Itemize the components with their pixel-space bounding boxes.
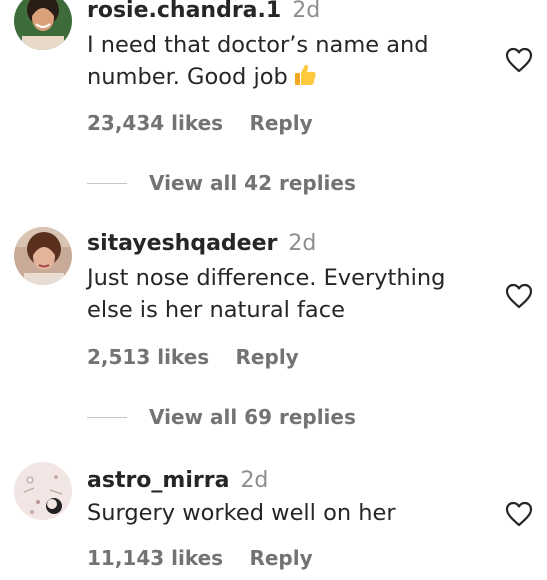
comment-text: I need that doctor’s name and number. Go… — [87, 29, 497, 93]
likes-count[interactable]: 23,434 likes — [87, 111, 223, 135]
timestamp: 2d — [240, 468, 269, 493]
avatar[interactable] — [14, 462, 72, 520]
view-replies-label: View all 69 replies — [149, 405, 356, 429]
timestamp: 2d — [292, 0, 321, 23]
comment-header: rosie.chandra.1 2d — [87, 0, 320, 24]
comment-header: astro_mirra 2d — [87, 468, 268, 494]
comment-text-content: I need that doctor’s name and number. Go… — [87, 32, 436, 90]
avatar[interactable] — [14, 0, 72, 50]
view-replies-label: View all 42 replies — [149, 171, 356, 195]
comment-meta: 11,143 likes Reply — [87, 546, 313, 570]
view-replies-button[interactable]: View all 69 replies — [87, 402, 356, 432]
likes-count[interactable]: 2,513 likes — [87, 345, 209, 369]
reply-button[interactable]: Reply — [236, 345, 299, 369]
comment-text: Surgery worked well on her — [87, 500, 396, 526]
replies-divider — [87, 416, 127, 418]
reply-button[interactable]: Reply — [249, 111, 312, 135]
username[interactable]: sitayeshqadeer — [87, 231, 277, 256]
username[interactable]: astro_mirra — [87, 468, 229, 493]
comment-meta: 2,513 likes Reply — [87, 345, 299, 369]
heart-outline-icon[interactable] — [505, 47, 533, 73]
thumbs-up-emoji-icon — [294, 64, 316, 85]
comment-header: sitayeshqadeer 2d — [87, 231, 316, 257]
reply-button[interactable]: Reply — [249, 546, 312, 570]
comment-meta: 23,434 likes Reply — [87, 111, 313, 135]
heart-outline-icon[interactable] — [505, 283, 533, 309]
likes-count[interactable]: 11,143 likes — [87, 546, 223, 570]
avatar[interactable] — [14, 227, 72, 285]
username[interactable]: rosie.chandra.1 — [87, 0, 281, 23]
heart-outline-icon[interactable] — [505, 501, 533, 527]
timestamp: 2d — [288, 231, 317, 256]
comment-text: Just nose difference. Everything else is… — [87, 265, 453, 323]
replies-divider — [87, 182, 127, 184]
view-replies-button[interactable]: View all 42 replies — [87, 168, 356, 198]
